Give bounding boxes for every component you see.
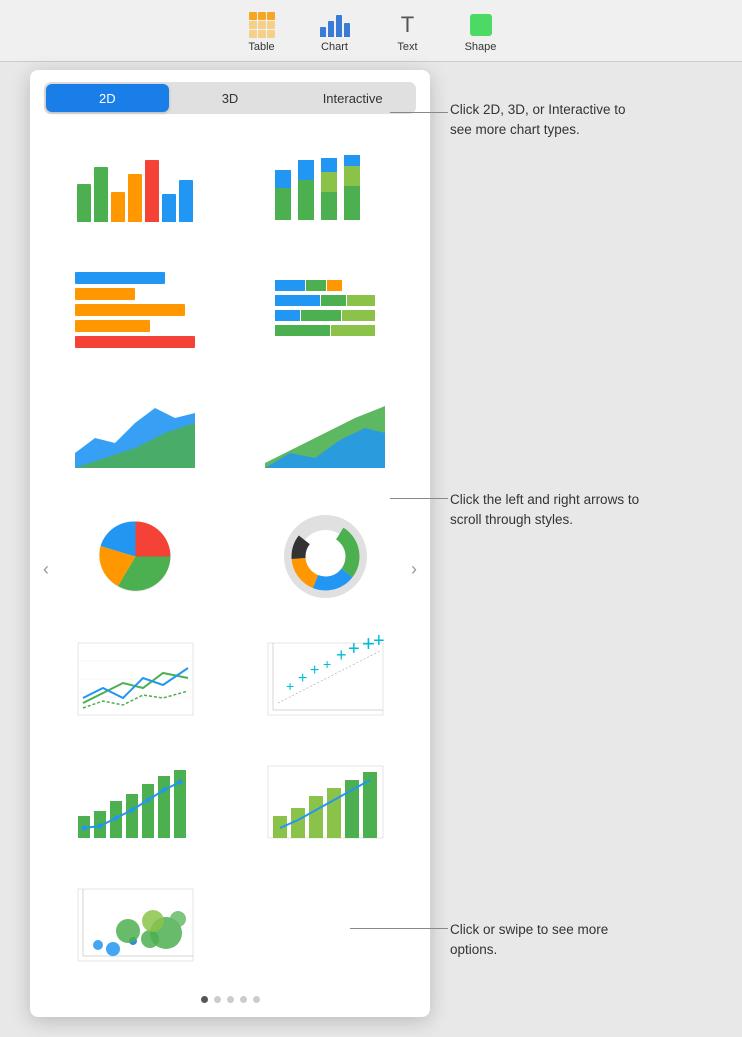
- chart-item-donut1[interactable]: [253, 509, 398, 604]
- chart-item-pie1[interactable]: [63, 509, 208, 604]
- chart-item-placeholder: [253, 877, 398, 972]
- chart-icon: [319, 11, 351, 39]
- shape-icon: [465, 11, 497, 39]
- chart-row-5: + + + + + + + +: [30, 617, 430, 740]
- seg-2d[interactable]: 2D: [46, 84, 169, 112]
- callout-3-line: [350, 928, 448, 929]
- svg-text:+: +: [323, 656, 331, 672]
- toolbar-text[interactable]: T Text: [380, 11, 435, 53]
- chart-grid: + + + + + + + +: [30, 122, 430, 990]
- main-container: 2D 3D Interactive ‹ ›: [30, 62, 430, 1037]
- text-icon: T: [392, 11, 424, 39]
- seg-interactive[interactable]: Interactive: [291, 84, 414, 112]
- chart-label: Chart: [321, 41, 348, 53]
- page-dots: [30, 990, 430, 1007]
- svg-text:+: +: [286, 678, 294, 694]
- chart-item-area1[interactable]: [63, 386, 208, 481]
- chart-row-4: [30, 495, 430, 618]
- text-label: Text: [397, 41, 417, 53]
- svg-text:+: +: [336, 645, 347, 665]
- toolbar-chart[interactable]: Chart: [307, 11, 362, 53]
- chart-item-scatter1[interactable]: + + + + + + + +: [253, 631, 398, 726]
- toolbar-table[interactable]: Table: [234, 11, 289, 53]
- chart-item-bar-h1[interactable]: [63, 263, 208, 358]
- svg-text:+: +: [348, 638, 360, 660]
- dot-2[interactable]: [214, 996, 221, 1003]
- chart-item-mixed2[interactable]: [253, 754, 398, 849]
- svg-text:+: +: [310, 662, 319, 679]
- table-label: Table: [248, 41, 274, 53]
- nav-left-arrow[interactable]: ‹: [34, 552, 58, 588]
- chart-item-bar-h2[interactable]: [253, 263, 398, 358]
- callout-2-text: Click the left and right arrows to scrol…: [450, 490, 645, 531]
- callout-1-container: Click 2D, 3D, or Interactive to see more…: [450, 100, 645, 141]
- dot-1[interactable]: [201, 996, 208, 1003]
- chart-row-3: [30, 372, 430, 495]
- dot-5[interactable]: [253, 996, 260, 1003]
- chart-item-area2[interactable]: [253, 386, 398, 481]
- chart-row-7: [30, 863, 430, 986]
- table-icon: [246, 11, 278, 39]
- chart-row-2: [30, 249, 430, 372]
- callout-2-container: Click the left and right arrows to scrol…: [450, 490, 645, 531]
- chart-item-bar-v2[interactable]: [253, 140, 398, 235]
- callout-3-container: Click or swipe to see more options.: [450, 920, 645, 961]
- dot-3[interactable]: [227, 996, 234, 1003]
- callout-1-line: [390, 112, 448, 113]
- toolbar-shape[interactable]: Shape: [453, 11, 508, 53]
- nav-right-arrow[interactable]: ›: [402, 552, 426, 588]
- dot-4[interactable]: [240, 996, 247, 1003]
- chart-panel: 2D 3D Interactive ‹ ›: [30, 70, 430, 1017]
- seg-3d[interactable]: 3D: [169, 84, 292, 112]
- toolbar: Table Chart T Text Shape: [0, 0, 742, 62]
- chart-item-mixed1[interactable]: [63, 754, 208, 849]
- segmented-control: 2D 3D Interactive: [44, 82, 416, 114]
- chart-item-bubble1[interactable]: [63, 877, 208, 972]
- callout-3-text: Click or swipe to see more options.: [450, 920, 645, 961]
- svg-text:+: +: [298, 670, 307, 687]
- chart-row-1: [30, 126, 430, 249]
- chart-item-bar-v1[interactable]: [63, 140, 208, 235]
- svg-text:+: +: [373, 630, 385, 652]
- chart-row-6: [30, 740, 430, 863]
- callout-1-text: Click 2D, 3D, or Interactive to see more…: [450, 100, 645, 141]
- shape-label: Shape: [465, 41, 497, 53]
- chart-item-line1[interactable]: [63, 631, 208, 726]
- callout-2-line: [390, 498, 448, 499]
